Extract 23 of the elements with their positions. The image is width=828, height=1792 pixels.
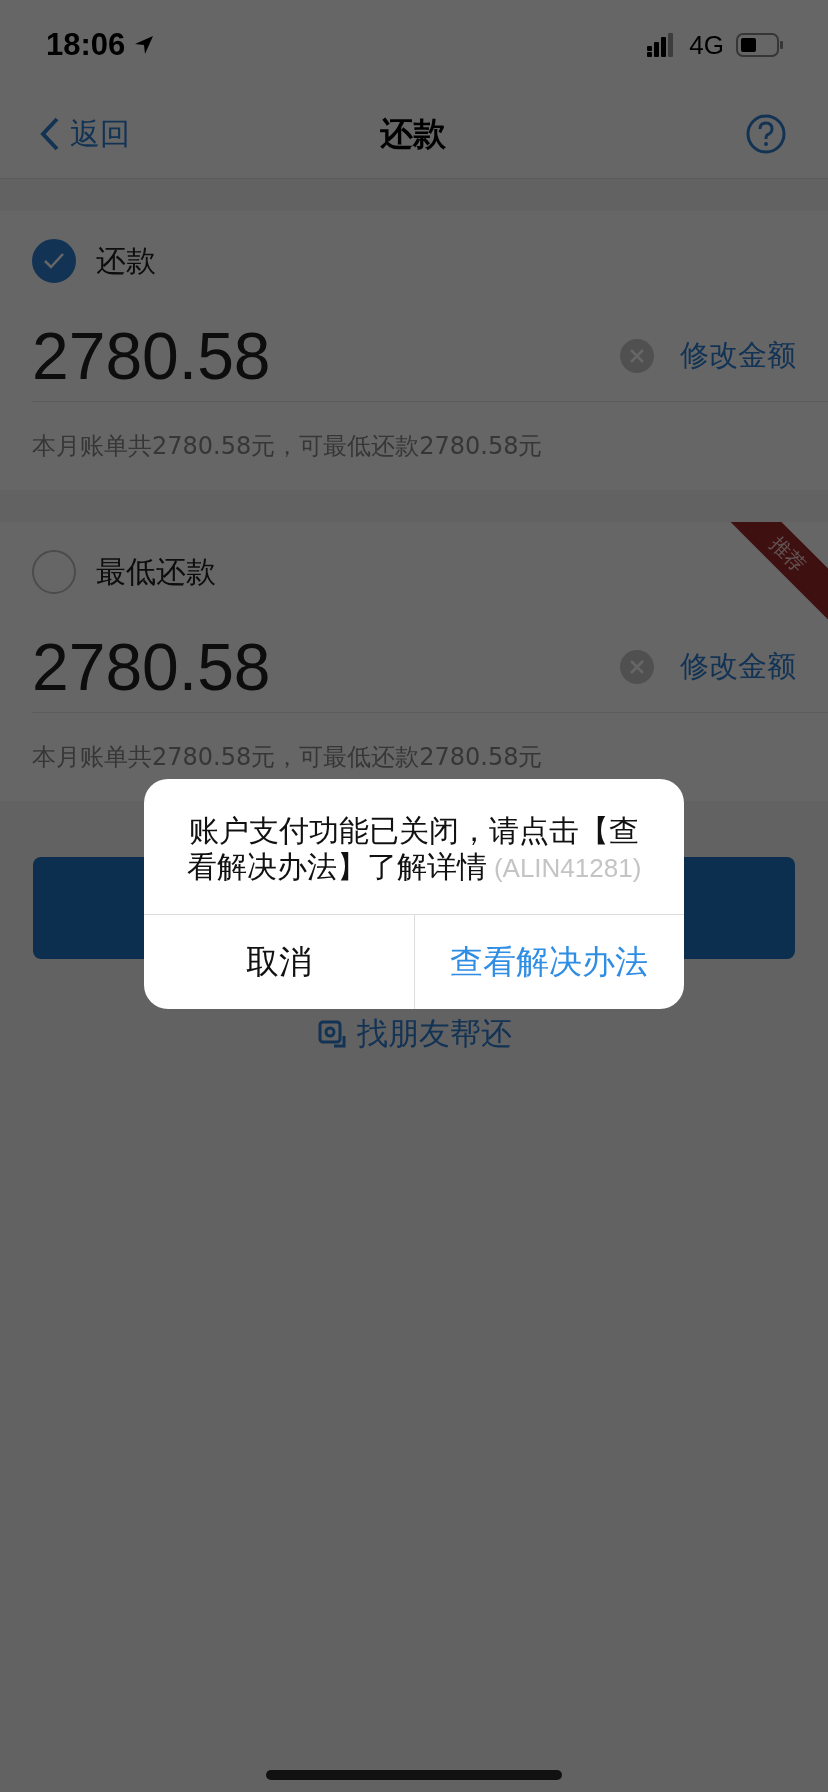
radio-button[interactable] xyxy=(32,239,76,283)
help-icon[interactable] xyxy=(746,114,786,154)
network-label: 4G xyxy=(689,29,724,61)
location-arrow-icon xyxy=(133,34,156,56)
radio-button[interactable] xyxy=(32,550,76,594)
edit-amount-link[interactable]: 修改金额 xyxy=(680,336,796,376)
alert-message: 账户支付功能已关闭，请点击【查看解决办法】了解详情 (ALIN41281) xyxy=(185,812,643,886)
amount-value: 2780.58 xyxy=(32,318,272,394)
page-title: 还款 xyxy=(380,112,446,155)
back-button[interactable]: 返回 xyxy=(40,113,190,155)
battery-icon xyxy=(736,33,784,57)
cancel-button[interactable]: 取消 xyxy=(144,915,414,1009)
friend-icon xyxy=(316,1019,347,1049)
option-label: 最低还款 xyxy=(96,552,216,591)
checkmark-icon xyxy=(43,252,65,270)
edit-amount-link[interactable]: 修改金额 xyxy=(680,647,796,687)
home-indicator[interactable] xyxy=(266,1770,562,1780)
back-chevron-icon xyxy=(40,117,60,151)
friend-pay-link[interactable]: 找朋友帮还 xyxy=(316,1013,512,1055)
amount-value: 2780.58 xyxy=(32,629,272,705)
solution-button[interactable]: 查看解决办法 xyxy=(413,915,684,1009)
status-time: 18:06 xyxy=(46,27,126,63)
option-label: 还款 xyxy=(96,241,156,280)
